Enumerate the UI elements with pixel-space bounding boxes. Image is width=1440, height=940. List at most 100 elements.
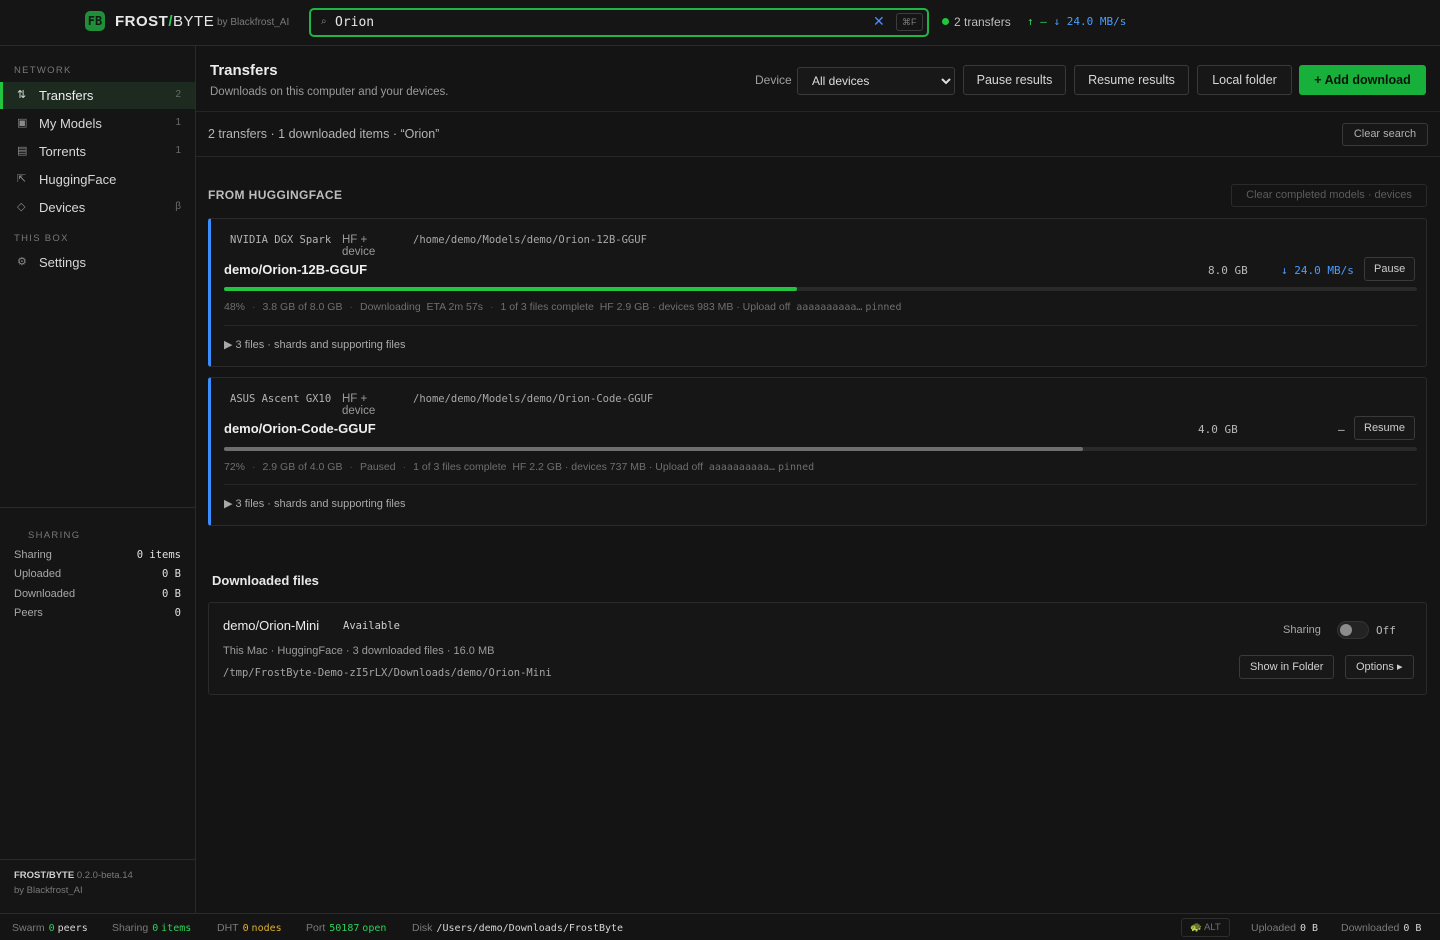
search-icon: ⌕	[321, 16, 327, 27]
progress-fill	[224, 447, 1083, 451]
downloaded-file-path: /tmp/FrostByte-Demo-zI5rLX/Downloads/dem…	[223, 667, 552, 679]
resume-button[interactable]: Resume	[1354, 416, 1415, 440]
files-complete: 1 of 3 files complete	[500, 301, 594, 313]
port-status: Port 50187 open	[306, 922, 386, 934]
sharing-row: Sharing 0 items	[14, 549, 181, 561]
app-title-a: FROST	[115, 13, 169, 30]
files-toggle[interactable]: ▶ 3 files · shards and supporting files	[224, 338, 406, 351]
progress-amount: 3.8 GB of 8.0 GB	[262, 301, 343, 313]
sharing-row: Uploaded 0 B	[14, 568, 181, 580]
pause-results-button[interactable]: Pause results	[963, 65, 1066, 95]
search-box[interactable]: ⌕ ✕ ⌘F	[309, 8, 929, 37]
app-logo: FB	[85, 11, 105, 31]
clear-completed-button[interactable]: Clear completed models · devices	[1231, 184, 1427, 207]
sharing-row-value: 0 items	[136, 549, 181, 561]
sharing-row-value: 0	[174, 607, 181, 619]
card-divider	[224, 484, 1417, 485]
dht-label: DHT	[217, 922, 239, 934]
swarm-value: 0	[48, 923, 55, 934]
sidebar-byline: by Blackfrost_AI	[14, 885, 83, 896]
download-arrow-icon: ↓	[1053, 15, 1061, 28]
sharing-toggle[interactable]	[1337, 621, 1369, 639]
sidebar-item-torrents[interactable]: ▤ Torrents 1	[0, 138, 195, 165]
models-icon: ▣	[17, 117, 28, 129]
sidebar-item-settings[interactable]: ⚙ Settings	[0, 249, 195, 276]
upload-arrow-icon: ↑	[1027, 15, 1034, 28]
local-folder-button[interactable]: Local folder	[1197, 65, 1292, 95]
sharing-row-label: Peers	[14, 607, 43, 619]
sharing-status-label: Sharing	[112, 922, 149, 934]
transfer-meta: ASUS Ascent GX10 HF + device /home/demo/…	[230, 393, 653, 417]
progress-percent: 72%	[224, 461, 246, 473]
alt-speed-toggle[interactable]: 🐢 ALT	[1181, 918, 1230, 937]
progress-percent: 48%	[224, 301, 246, 313]
sharing-title: SHARING	[28, 530, 81, 541]
sharing-status: Sharing 0 items	[112, 922, 191, 934]
transfer-name: demo/Orion-Code-GGUF	[224, 421, 376, 436]
dht-value: 0	[242, 923, 249, 934]
results-summary: 2 transfers · 1 downloaded items · “Orio…	[208, 127, 440, 141]
port-unit: open	[362, 923, 387, 934]
add-download-button[interactable]: + Add download	[1299, 65, 1426, 95]
progress-amount: 2.9 GB of 4.0 GB	[262, 461, 343, 473]
transfer-size: 8.0 GB	[1208, 264, 1248, 277]
pinned-badge: pinned	[777, 462, 815, 473]
transfer-state: Paused	[359, 461, 396, 473]
page-subtitle: Downloads on this computer and your devi…	[210, 86, 449, 98]
gear-icon: ⚙	[17, 256, 27, 268]
device-select[interactable]: All devices	[797, 67, 955, 95]
status-badge: Available	[343, 620, 400, 632]
disk-path: /Users/demo/Downloads/FrostByte	[436, 923, 624, 934]
section-network: NETWORK	[14, 65, 72, 76]
sharing-status-value: 0	[152, 923, 159, 934]
source-split: HF 2.2 GB · devices 737 MB · Upload off	[512, 461, 703, 473]
sidebar-item-huggingface[interactable]: ⇱ HuggingFace	[0, 166, 195, 193]
pause-button[interactable]: Pause	[1364, 257, 1416, 281]
sidebar-item-my-models[interactable]: ▣ My Models 1	[0, 110, 195, 137]
sidebar-item-label: Transfers	[39, 88, 94, 103]
progress-bar	[224, 447, 1417, 451]
sharing-row: Downloaded 0 B	[14, 588, 181, 600]
summary-divider	[196, 156, 1440, 157]
options-button[interactable]: Options ▸	[1345, 655, 1414, 679]
sidebar-item-label: HuggingFace	[39, 172, 117, 187]
app-title: FROST/BYTE	[115, 13, 214, 30]
sidebar-item-devices[interactable]: ◇ Devices β	[0, 194, 195, 221]
shortcut-hint: ⌘F	[896, 13, 923, 31]
devices-icon: ◇	[17, 201, 26, 213]
transfers-icon: ⇅	[17, 89, 27, 101]
port-label: Port	[306, 922, 326, 934]
files-toggle[interactable]: ▶ 3 files · shards and supporting files	[224, 497, 406, 510]
sharing-row: Peers 0	[14, 607, 181, 619]
disk-status: Disk/Users/demo/Downloads/FrostByte	[412, 922, 623, 934]
transfer-hash: aaaaaaaaaa…	[796, 302, 863, 313]
sharing-label: Sharing	[1283, 624, 1321, 636]
search-input[interactable]	[335, 13, 855, 32]
section-this-box: THIS BOX	[14, 233, 69, 244]
port-value: 50187	[329, 923, 360, 934]
sidebar-item-label: Torrents	[39, 144, 86, 159]
show-in-folder-button[interactable]: Show in Folder	[1239, 655, 1335, 679]
disk-label: Disk	[412, 922, 433, 934]
status-dot	[942, 18, 949, 25]
transfer-stats: 72% · 2.9 GB of 4.0 GB · Paused · 1 of 3 files…	[224, 461, 815, 473]
transfer-source: HF + device	[342, 393, 376, 417]
torrents-icon: ▤	[17, 145, 28, 157]
download-rate: 24.0 MB/s	[1066, 15, 1127, 28]
page-title: Transfers	[210, 62, 278, 79]
sidebar-item-label: Settings	[39, 255, 86, 270]
transfer-path: /home/demo/Models/demo/Orion-Code-GGUF	[413, 393, 654, 405]
downloaded-value: 0 B	[1403, 923, 1422, 934]
clear-search-button[interactable]: Clear search	[1342, 123, 1428, 146]
transfer-rate: —	[1338, 423, 1345, 436]
beta-badge: β	[175, 201, 181, 212]
transfer-path: /home/demo/Models/demo/Orion-12B-GGUF	[413, 234, 647, 246]
close-icon[interactable]: ✕	[873, 13, 885, 30]
transfer-card: NVIDIA DGX Spark HF + device /home/demo/…	[208, 218, 1427, 367]
sidebar: NETWORK ⇅ Transfers 2 ▣ My Models 1 ▤ To…	[0, 46, 196, 913]
transfer-size: 4.0 GB	[1198, 423, 1238, 436]
sidebar-item-transfers[interactable]: ⇅ Transfers 2	[0, 82, 195, 109]
resume-results-button[interactable]: Resume results	[1074, 65, 1189, 95]
top-bar: FB FROST/BYTE by Blackfrost_AI ⌕ ✕ ⌘F 2 …	[0, 0, 1440, 46]
transfer-rate: ↓ 24.0 MB/s	[1281, 264, 1354, 277]
